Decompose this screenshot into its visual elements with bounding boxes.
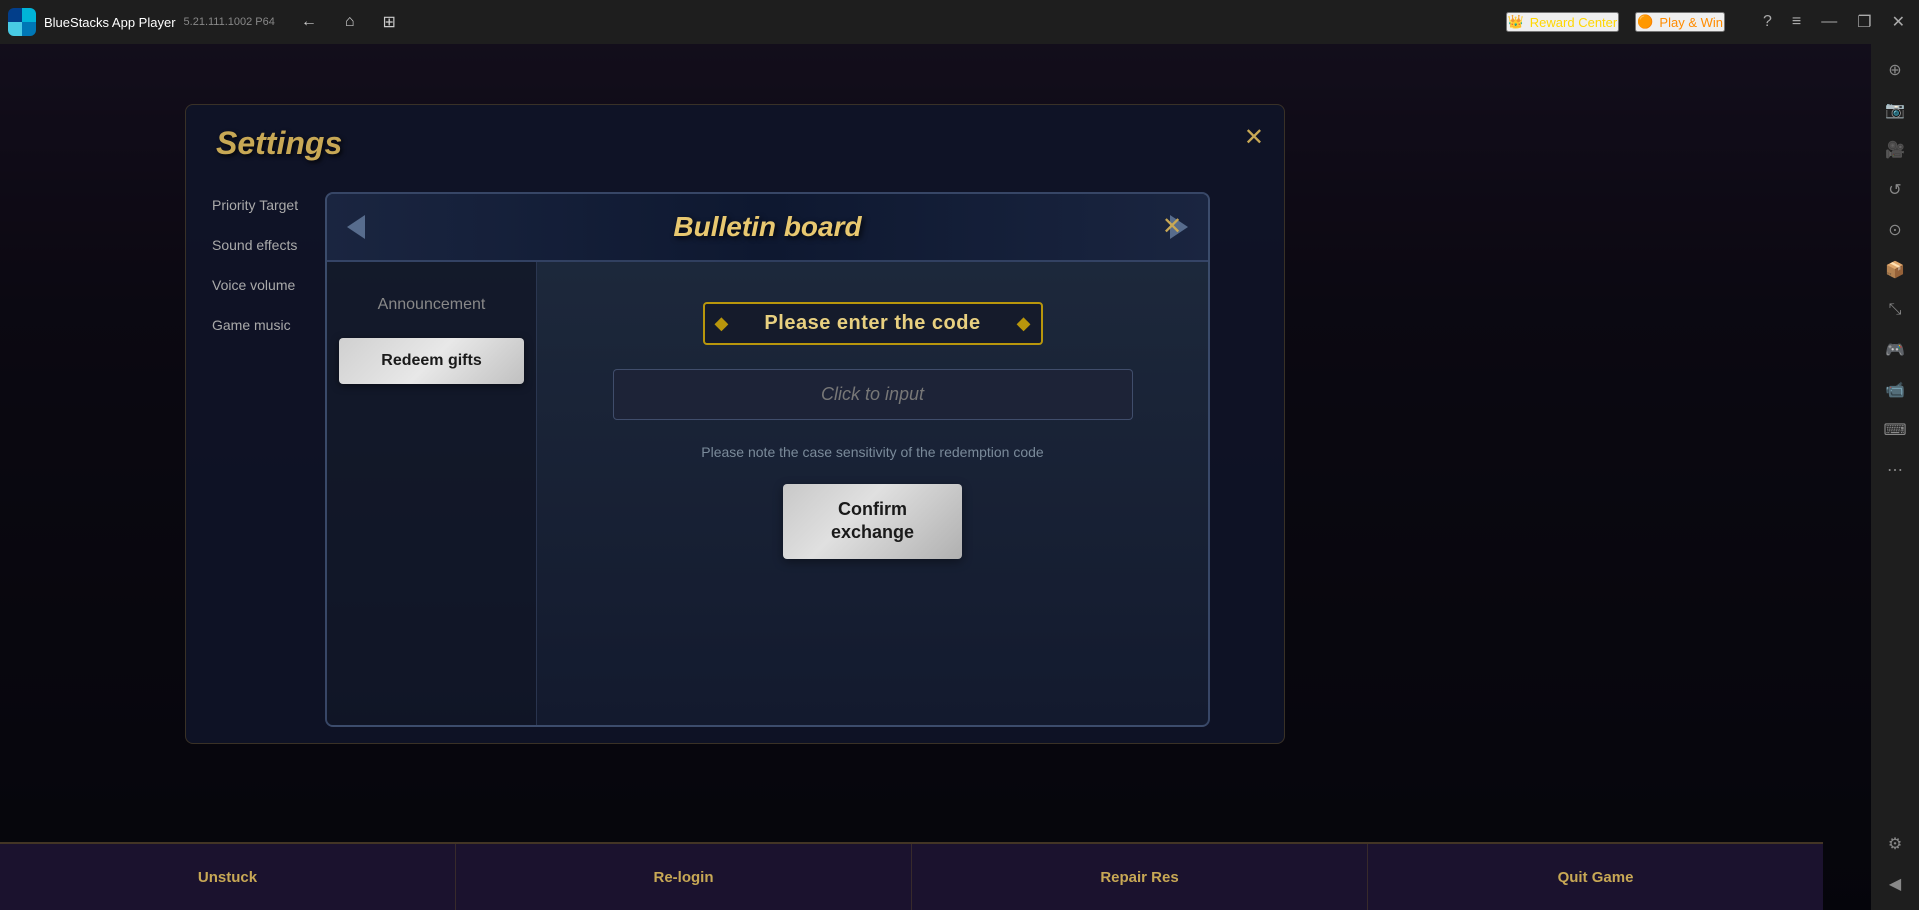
- maximize-button[interactable]: ❐: [1851, 8, 1877, 36]
- titlebar-nav: ← ⌂ ⊞: [295, 8, 402, 36]
- header-decoration-left: [347, 215, 365, 239]
- code-input-wrapper: [613, 369, 1133, 420]
- bluestacks-logo: [8, 8, 36, 36]
- modal-header: Bulletin board ✕: [327, 194, 1208, 262]
- sidebar-icon-expand[interactable]: ⊕: [1877, 52, 1913, 88]
- titlebar-controls: ? ≡ — ❐ ✕: [1757, 8, 1911, 36]
- sidebar-icon-apk[interactable]: 📦: [1877, 252, 1913, 288]
- sidebar-icon-camera[interactable]: 🎥: [1877, 132, 1913, 168]
- tab-announcement[interactable]: Announcement: [339, 282, 524, 328]
- note-text: Please note the case sensitivity of the …: [701, 444, 1043, 460]
- titlebar: BlueStacks App Player 5.21.111.1002 P64 …: [0, 0, 1919, 44]
- titlebar-right: 👑 Reward Center 🟠 Play & Win ? ≡ — ❐ ✕: [1506, 8, 1911, 36]
- nav-tab-button[interactable]: ⊞: [377, 8, 402, 36]
- minimize-button[interactable]: —: [1815, 9, 1843, 35]
- bulletin-modal: Bulletin board ✕ Announcement Redeem gif…: [325, 192, 1210, 727]
- modal-title: Bulletin board: [377, 211, 1158, 243]
- reward-center-button[interactable]: 👑 Reward Center: [1506, 12, 1620, 32]
- sidebar-icon-screenshot[interactable]: 📷: [1877, 92, 1913, 128]
- modal-close-button[interactable]: ✕: [1152, 206, 1192, 246]
- quit-game-button[interactable]: Quit Game: [1368, 844, 1823, 910]
- nav-back-button[interactable]: ←: [295, 9, 323, 35]
- sidebar-icon-media[interactable]: 📹: [1877, 372, 1913, 408]
- close-button[interactable]: ✕: [1886, 8, 1911, 36]
- sidebar-icon-arrow[interactable]: ◀: [1877, 866, 1913, 902]
- settings-title: Settings: [186, 105, 1284, 182]
- repair-res-button[interactable]: Repair Res: [912, 844, 1368, 910]
- modal-body: Announcement Redeem gifts Please enter t…: [327, 262, 1208, 725]
- play-win-label: Play & Win: [1659, 15, 1723, 30]
- confirm-exchange-button[interactable]: Confirmexchange: [783, 484, 962, 559]
- code-input-field[interactable]: [613, 369, 1133, 420]
- sidebar-icon-macro[interactable]: ⌨: [1877, 412, 1913, 448]
- nav-home-button[interactable]: ⌂: [339, 9, 361, 35]
- reward-center-label: Reward Center: [1530, 15, 1617, 30]
- sidebar-icon-resize[interactable]: ⤡: [1877, 292, 1913, 328]
- menu-button[interactable]: ≡: [1786, 9, 1807, 35]
- sidebar-icon-more[interactable]: ⋯: [1877, 452, 1913, 488]
- titlebar-left: BlueStacks App Player 5.21.111.1002 P64: [8, 8, 275, 36]
- coin-icon: 🟠: [1637, 14, 1653, 30]
- sidebar-icon-refresh[interactable]: ↺: [1877, 172, 1913, 208]
- modal-tabs: Announcement Redeem gifts: [327, 262, 537, 725]
- code-badge: Please enter the code: [703, 302, 1043, 345]
- sidebar-icon-focus[interactable]: ⊙: [1877, 212, 1913, 248]
- relogin-button[interactable]: Re-login: [456, 844, 912, 910]
- modal-content: Please enter the code Please note the ca…: [537, 262, 1208, 725]
- unstuck-button[interactable]: Unstuck: [0, 844, 456, 910]
- tab-redeem-gifts[interactable]: Redeem gifts: [339, 338, 524, 384]
- help-button[interactable]: ?: [1757, 9, 1778, 35]
- app-version: 5.21.111.1002 P64: [184, 16, 275, 28]
- sidebar-settings-icon[interactable]: ⚙: [1877, 826, 1913, 862]
- confirm-button-label: Confirmexchange: [831, 499, 914, 542]
- sidebar-icon-gamepad[interactable]: 🎮: [1877, 332, 1913, 368]
- play-win-button[interactable]: 🟠 Play & Win: [1635, 12, 1725, 32]
- game-area: Settings ✕ Priority Target Sound effects…: [0, 44, 1871, 910]
- settings-close-button[interactable]: ✕: [1244, 123, 1264, 152]
- app-name: BlueStacks App Player: [44, 15, 176, 30]
- crown-icon: 👑: [1508, 14, 1524, 30]
- right-sidebar: ⊕ 📷 🎥 ↺ ⊙ 📦 ⤡ 🎮 📹 ⌨ ⋯ ⚙ ◀: [1871, 44, 1919, 910]
- code-badge-text: Please enter the code: [764, 312, 980, 335]
- bottom-bar: Unstuck Re-login Repair Res Quit Game: [0, 842, 1823, 910]
